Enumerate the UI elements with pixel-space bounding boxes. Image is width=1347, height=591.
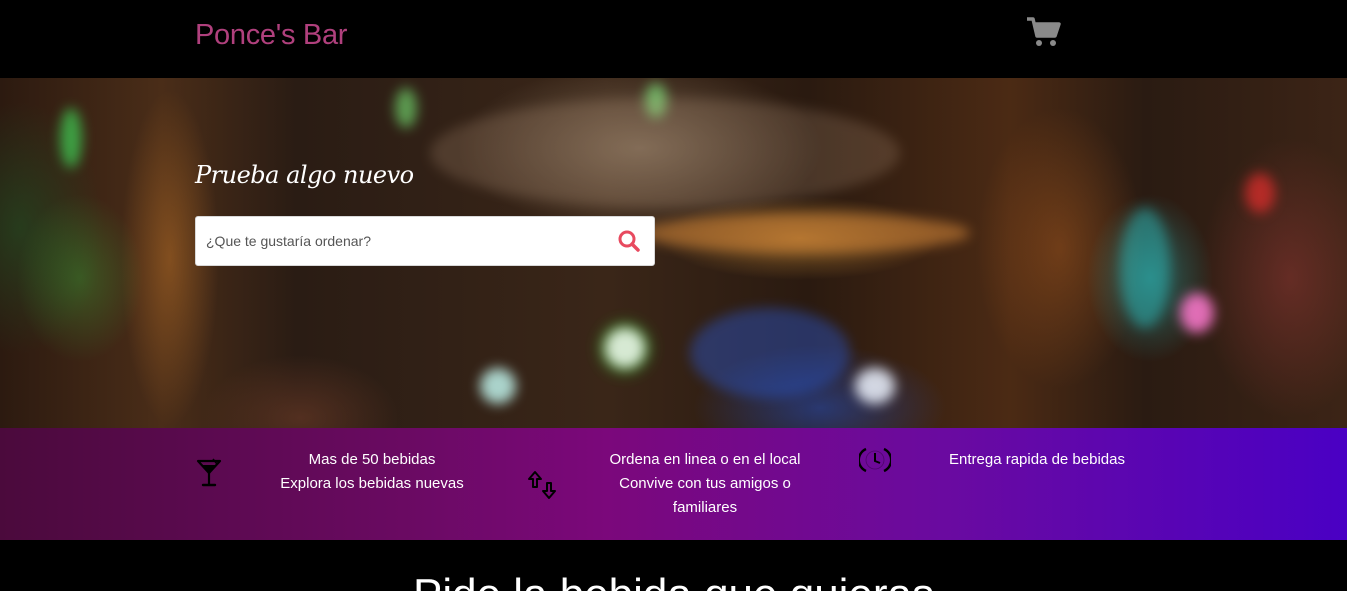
cocktail-glass-icon xyxy=(196,458,222,493)
up-down-arrows-icon xyxy=(527,470,557,505)
feature-line: familiares xyxy=(672,499,738,516)
bokeh-light xyxy=(480,368,516,404)
bokeh-light xyxy=(1120,208,1170,328)
bokeh-light xyxy=(640,213,970,253)
search-input[interactable] xyxy=(206,217,606,265)
bokeh-light xyxy=(855,368,895,404)
hero-title: Prueba algo nuevo xyxy=(195,161,414,189)
features-strip: Mas de 50 bebidas Explora los bebidas nu… xyxy=(0,428,1347,540)
section-header: Pide la bebida que quieras xyxy=(0,540,1347,591)
top-navbar: Ponce's Bar xyxy=(0,0,1347,78)
feature-item: Mas de 50 bebidas Explora los bebidas nu… xyxy=(262,448,482,496)
feature-item: Ordena en linea o en el local Convive co… xyxy=(590,448,820,520)
feature-line: Explora los bebidas nuevas xyxy=(280,475,464,492)
feature-line: Ordena en linea o en el local xyxy=(609,451,801,468)
bokeh-light xyxy=(1245,173,1275,213)
feature-line: Convive con tus amigos o xyxy=(619,475,791,492)
hero-banner: Prueba algo nuevo xyxy=(0,78,1347,428)
brand-logo[interactable]: Ponce's Bar xyxy=(195,19,347,52)
search-icon[interactable] xyxy=(617,229,641,253)
bokeh-light xyxy=(430,98,900,208)
clock-icon xyxy=(857,445,893,480)
bokeh-light xyxy=(1180,293,1214,333)
search-box[interactable] xyxy=(195,216,655,266)
shopping-cart-icon[interactable] xyxy=(1026,16,1062,48)
feature-item: Entrega rapida de bebidas xyxy=(932,448,1142,472)
bokeh-light xyxy=(605,328,645,368)
bokeh-light xyxy=(395,88,417,128)
bokeh-light xyxy=(690,308,850,398)
bokeh-light xyxy=(60,108,82,168)
feature-line: Mas de 50 bebidas xyxy=(308,451,436,468)
section-heading: Pide la bebida que quieras xyxy=(0,570,1347,591)
feature-line: Entrega rapida de bebidas xyxy=(949,451,1125,468)
